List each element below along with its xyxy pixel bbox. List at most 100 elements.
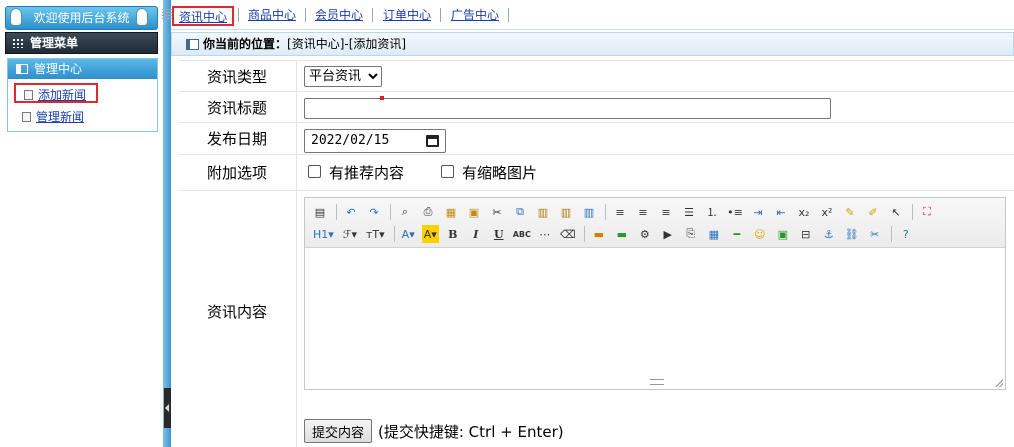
size-label: тT	[366, 227, 380, 241]
attachment-icon[interactable]: ⎘	[682, 225, 700, 243]
subscript-icon[interactable]: x₂	[795, 203, 813, 221]
panel-management-center: 管理中心 添加新闻 管理新闻	[7, 58, 158, 132]
grid-icon	[12, 38, 24, 48]
pointer-icon[interactable]: ↖	[887, 203, 905, 221]
clear-format-icon[interactable]: ✎	[841, 203, 859, 221]
strikethrough-button[interactable]: ABC	[513, 225, 531, 243]
tab-member-center[interactable]: 会员中心	[310, 6, 368, 26]
breadcrumb-label: 你当前的位置：	[203, 37, 288, 51]
paste-word-icon[interactable]: ▥	[580, 203, 598, 221]
ordered-list-icon[interactable]: ⒈	[703, 203, 721, 221]
add-news-form: 资讯类型 平台资讯 资讯标题 发布日期 2022/02/15 附加选项 有推荐内…	[178, 60, 1014, 447]
underline-button[interactable]: U	[490, 225, 508, 243]
sidebar-item-manage-news[interactable]: 管理新闻	[14, 107, 84, 127]
cut-icon[interactable]: ✂	[488, 203, 506, 221]
collapse-sidebar-button[interactable]	[164, 388, 171, 428]
heading-label: H1	[313, 227, 329, 241]
unordered-list-icon[interactable]: •≡	[726, 203, 744, 221]
grip-icon	[162, 9, 172, 21]
eraser-icon[interactable]: ⌫	[559, 225, 577, 243]
paste-icon[interactable]: ▥	[534, 203, 552, 221]
align-center-icon[interactable]: ≡	[634, 203, 652, 221]
help-icon[interactable]: ?	[897, 225, 915, 243]
align-left-icon[interactable]: ≡	[611, 203, 629, 221]
submit-shortcut-hint: (提交快捷键: Ctrl + Enter)	[378, 423, 564, 441]
align-right-icon[interactable]: ≡	[657, 203, 675, 221]
italic-button[interactable]: I	[467, 225, 485, 243]
panel-icon	[16, 64, 28, 74]
outdent-icon[interactable]: ⇤	[772, 203, 790, 221]
tab-ad-center[interactable]: 广告中心	[446, 6, 504, 26]
code-icon[interactable]: ▣	[465, 203, 483, 221]
editor-content-area[interactable]	[305, 249, 1005, 387]
tab-separator	[440, 8, 441, 22]
vertical-resize-handle[interactable]	[650, 379, 664, 385]
copy-icon[interactable]: ⧉	[511, 203, 529, 221]
pin-right-icon	[136, 8, 148, 26]
print-icon[interactable]: ⎙	[419, 203, 437, 221]
form-row-type: 资讯类型 平台资讯	[178, 60, 1014, 91]
link-icon[interactable]: ⛓	[843, 225, 861, 243]
document-icon	[24, 90, 33, 100]
thumbnail-checkbox[interactable]	[441, 165, 454, 178]
insert-table-icon[interactable]: ▦	[705, 225, 723, 243]
font-family-button[interactable]: ℱ ▾	[341, 225, 359, 243]
panel-header[interactable]: 管理中心	[8, 59, 157, 79]
news-type-select[interactable]: 平台资讯	[304, 66, 382, 87]
preview-icon[interactable]: ⌕	[396, 203, 414, 221]
corner-resize-handle[interactable]	[995, 379, 1003, 387]
window-icon	[186, 39, 199, 50]
anchor-icon[interactable]: ⚓	[820, 225, 838, 243]
insert-image-icon[interactable]: ▬	[590, 225, 608, 243]
undo-icon[interactable]: ↶	[342, 203, 360, 221]
insert-flash-icon[interactable]: ⚙	[636, 225, 654, 243]
tab-product-center[interactable]: 商品中心	[243, 6, 301, 26]
recommend-checkbox[interactable]	[308, 165, 321, 178]
sidebar-item-label: 添加新闻	[38, 88, 87, 102]
horizontal-rule-icon[interactable]: ━	[728, 225, 746, 243]
unlink-icon[interactable]: ✂	[866, 225, 884, 243]
tab-separator	[372, 8, 373, 22]
highlight-color-icon[interactable]: A▾	[421, 225, 439, 243]
tab-news-center[interactable]: 资讯中心	[172, 6, 235, 26]
template-icon[interactable]: ▦	[442, 203, 460, 221]
breadcrumb-path: [资讯中心]-[添加资讯]	[287, 37, 407, 51]
insert-video-icon[interactable]: ▶	[659, 225, 677, 243]
font-size-button[interactable]: тT ▾	[364, 225, 387, 243]
paste-text-icon[interactable]: ▥	[557, 203, 575, 221]
select-all-icon[interactable]: ✐	[864, 203, 882, 221]
recommend-label[interactable]: 有推荐内容	[329, 162, 404, 183]
line-height-icon[interactable]: ⋯	[536, 225, 554, 243]
frame-divider[interactable]	[163, 0, 171, 447]
emoticon-icon[interactable]: ☺	[751, 225, 769, 243]
form-row-date: 发布日期 2022/02/15	[178, 122, 1014, 154]
indent-icon[interactable]: ⇥	[749, 203, 767, 221]
toolbar-row-1: ▤ ↶ ↷ ⌕ ⎙ ▦ ▣ ✂ ⧉ ▥ ▥ ▥ ≡ ≡ ≡ ☰ ⒈ •≡ ⇥ ⇤…	[311, 201, 941, 223]
bold-button[interactable]: B	[444, 225, 462, 243]
breadcrumb: 你当前的位置：[资讯中心]-[添加资讯]	[171, 32, 1014, 56]
publish-date-input[interactable]: 2022/02/15	[304, 129, 446, 153]
options-label: 附加选项	[206, 164, 267, 182]
superscript-icon[interactable]: x²	[818, 203, 836, 221]
tab-order-center[interactable]: 订单中心	[378, 6, 436, 26]
redo-icon[interactable]: ↷	[365, 203, 383, 221]
font-label: ℱ	[342, 227, 352, 241]
required-marker	[380, 96, 384, 100]
sidebar-item-add-news[interactable]: 添加新闻	[14, 83, 98, 103]
news-title-input[interactable]	[304, 98, 831, 119]
menu-header: 管理菜单	[5, 32, 158, 54]
insert-multi-image-icon[interactable]: ▬	[613, 225, 631, 243]
fullscreen-icon[interactable]: ⛶	[918, 203, 936, 221]
source-icon[interactable]: ▤	[311, 203, 329, 221]
tab-separator	[305, 8, 306, 22]
heading-button[interactable]: H1 ▾	[311, 225, 336, 243]
image-gallery-icon[interactable]: ▣	[774, 225, 792, 243]
submit-button[interactable]: 提交内容	[304, 419, 373, 443]
align-justify-icon[interactable]: ☰	[680, 203, 698, 221]
thumbnail-label[interactable]: 有缩略图片	[462, 162, 537, 183]
calendar-icon[interactable]	[426, 135, 439, 147]
font-color-icon[interactable]: A▾	[400, 225, 417, 243]
panel-title: 管理中心	[34, 62, 83, 76]
date-label: 发布日期	[206, 130, 267, 148]
page-break-icon[interactable]: ⊟	[797, 225, 815, 243]
